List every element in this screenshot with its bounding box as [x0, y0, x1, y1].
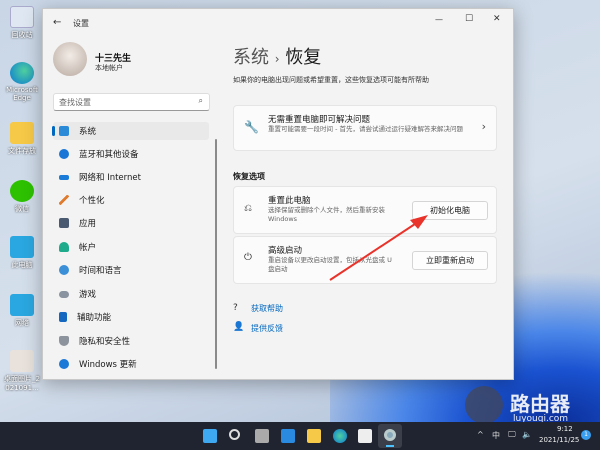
store-icon[interactable]: [358, 429, 372, 443]
clock-date[interactable]: 2021/11/25: [539, 436, 579, 444]
volume-icon[interactable]: 🔈: [522, 430, 532, 439]
edge-icon[interactable]: [333, 429, 347, 443]
start-icon[interactable]: [203, 429, 217, 443]
notification-badge[interactable]: 1: [581, 430, 591, 440]
watermark-name: 路由器: [510, 392, 570, 416]
watermark-logo: [465, 386, 503, 424]
gear-icon: [384, 429, 396, 441]
task-view-icon[interactable]: [255, 429, 269, 443]
file-explorer-icon[interactable]: [307, 429, 321, 443]
widgets-icon[interactable]: [281, 429, 295, 443]
settings-taskbar-button[interactable]: [378, 424, 402, 448]
ime-indicator[interactable]: 中: [492, 430, 500, 441]
arrow-head: [410, 215, 428, 229]
search-icon[interactable]: [229, 429, 240, 440]
tray-chevron[interactable]: ^: [477, 430, 484, 439]
network-icon[interactable]: 🖵: [508, 430, 516, 440]
arrow-shaft: [329, 221, 419, 281]
taskbar: ^ 中 🖵 🔈 9:12 2021/11/25 1: [0, 422, 600, 450]
clock-time[interactable]: 9:12: [557, 425, 573, 433]
annotation-arrow: [329, 215, 428, 281]
active-indicator: [386, 445, 394, 447]
